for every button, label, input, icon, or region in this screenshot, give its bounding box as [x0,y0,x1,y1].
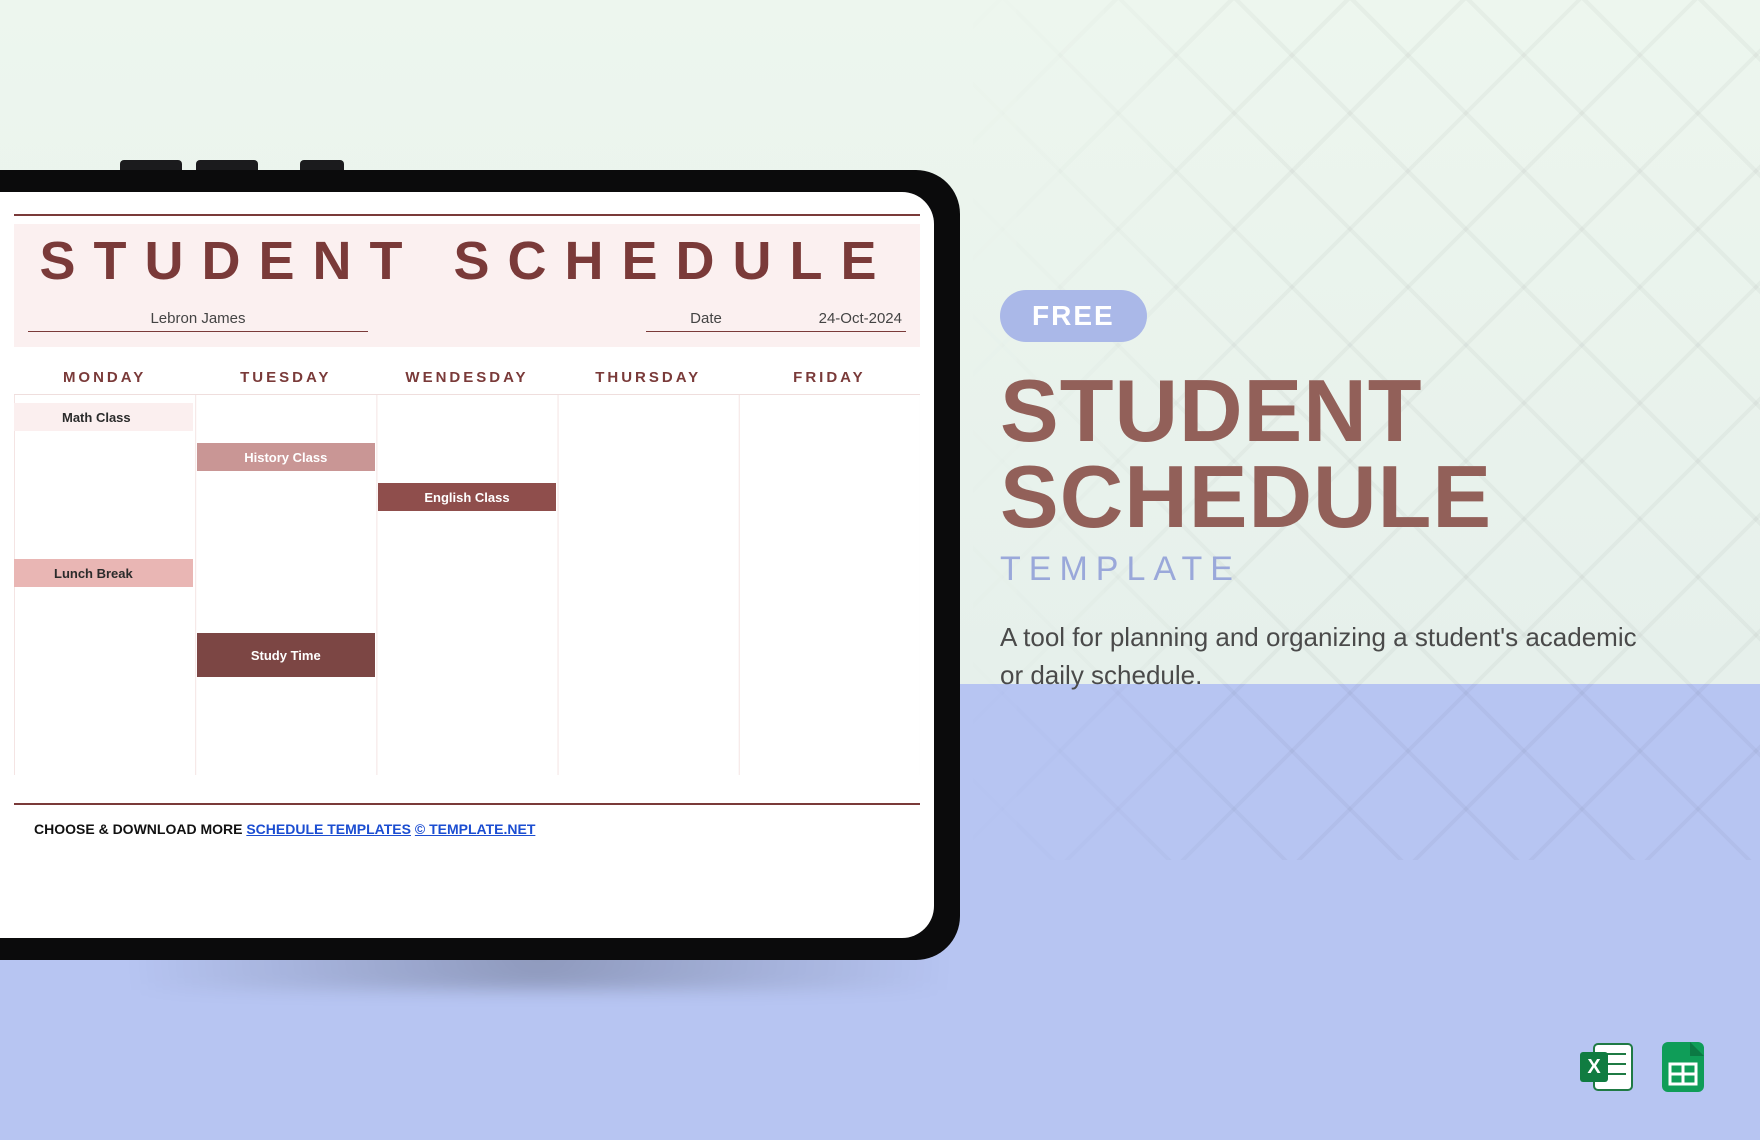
rule-top [14,214,920,216]
document-title: STUDENT SCHEDULE [22,230,912,292]
schedule-grid: MONDAY TUESDAY WENDESDAY THURSDAY FRIDAY… [14,361,920,775]
promo-heading-line2: SCHEDULE [1000,447,1492,546]
block-study: Study Time [197,633,375,677]
day-header-row: MONDAY TUESDAY WENDESDAY THURSDAY FRIDAY [14,361,920,395]
day-header: FRIDAY [739,369,920,386]
promo-heading: STUDENT SCHEDULE [1000,368,1640,540]
marketing-canvas: STUDENT SCHEDULE Lebron James Date 24-Oc… [0,0,1760,1140]
block-lunch: Lunch Break [14,559,193,587]
schedule-document: STUDENT SCHEDULE Lebron James Date 24-Oc… [0,192,934,938]
tablet-hardware-buttons [120,160,344,170]
schedule-grid-body: Math Class History Class English Class L… [14,395,920,775]
rule-bottom [14,803,920,805]
block-english: English Class [378,483,556,511]
day-header: WENDESDAY [376,369,557,386]
footer-link-site[interactable]: © TEMPLATE.NET [415,821,536,837]
block-math: Math Class [14,403,193,431]
promo-subheading: TEMPLATE [1000,550,1640,589]
title-band: STUDENT SCHEDULE Lebron James Date 24-Oc… [14,224,920,347]
block-history: History Class [197,443,375,471]
google-sheets-icon[interactable] [1654,1038,1712,1096]
document-footer: CHOOSE & DOWNLOAD MORE SCHEDULE TEMPLATE… [14,819,920,837]
tablet-device: STUDENT SCHEDULE Lebron James Date 24-Oc… [0,170,960,960]
meta-row: Lebron James Date 24-Oct-2024 [28,310,906,332]
day-header: TUESDAY [195,369,376,386]
day-header: THURSDAY [558,369,739,386]
day-header: MONDAY [14,369,195,386]
date-value: 24-Oct-2024 [766,310,906,332]
date-label: Date [646,310,766,332]
promo-heading-line1: STUDENT [1000,361,1423,460]
excel-icon[interactable]: X [1578,1038,1636,1096]
tablet-screen: STUDENT SCHEDULE Lebron James Date 24-Oc… [0,192,934,938]
footer-link-templates[interactable]: SCHEDULE TEMPLATES [246,821,411,837]
file-format-icons: X [1578,1038,1712,1096]
footer-text: CHOOSE & DOWNLOAD MORE [34,821,246,837]
promo-description: A tool for planning and organizing a stu… [1000,619,1640,694]
free-badge: FREE [1000,290,1147,342]
svg-text:X: X [1587,1056,1601,1078]
promo-panel: FREE STUDENT SCHEDULE TEMPLATE A tool fo… [1000,290,1640,695]
student-name: Lebron James [28,310,368,332]
